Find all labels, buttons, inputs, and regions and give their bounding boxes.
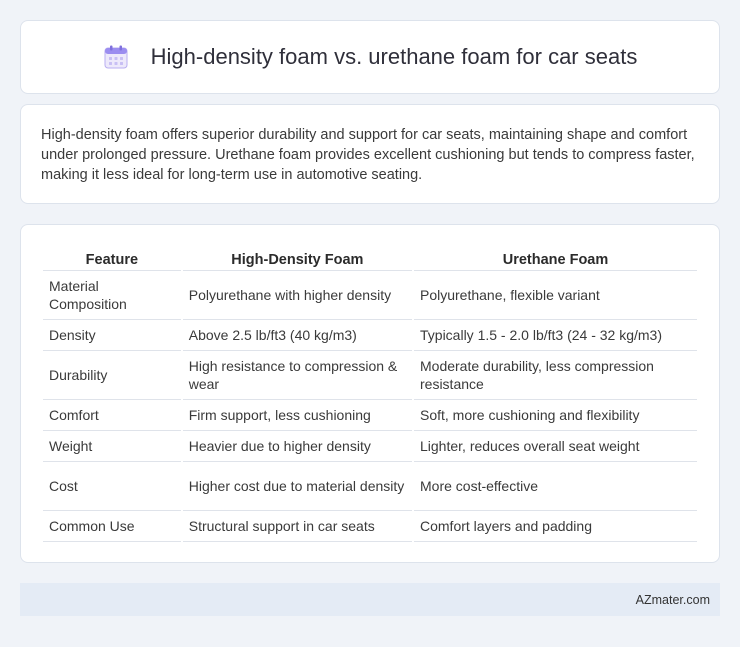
footer: AZmater.com bbox=[20, 583, 720, 616]
page-title: High-density foam vs. urethane foam for … bbox=[150, 44, 638, 69]
summary-card: High-density foam offers superior durabi… bbox=[20, 104, 720, 204]
table-row: Material Composition Polyurethane with h… bbox=[43, 271, 697, 320]
high-density-cell: Structural support in car seats bbox=[182, 511, 412, 542]
table-row: Density Above 2.5 lb/ft3 (40 kg/m3) Typi… bbox=[43, 320, 697, 351]
table-row: Durability High resistance to compressio… bbox=[43, 351, 697, 400]
title-card: High-density foam vs. urethane foam for … bbox=[20, 20, 720, 94]
high-density-cell: Firm support, less cushioning bbox=[182, 400, 412, 431]
feature-cell: Common Use bbox=[43, 511, 181, 542]
table-header-row: Feature High-Density Foam Urethane Foam bbox=[43, 245, 697, 271]
calendar-icon bbox=[103, 44, 129, 70]
comparison-table: Feature High-Density Foam Urethane Foam … bbox=[41, 245, 699, 542]
table-row: Common Use Structural support in car sea… bbox=[43, 511, 697, 542]
feature-cell: Cost bbox=[43, 462, 181, 511]
table-row: Cost Higher cost due to material density… bbox=[43, 462, 697, 511]
comparison-table-card: Feature High-Density Foam Urethane Foam … bbox=[20, 224, 720, 563]
feature-cell: Density bbox=[43, 320, 181, 351]
high-density-cell: Higher cost due to material density bbox=[182, 462, 412, 511]
table-row: Comfort Firm support, less cushioning So… bbox=[43, 400, 697, 431]
urethane-cell: Soft, more cushioning and flexibility bbox=[414, 400, 697, 431]
header-high-density-foam: High-Density Foam bbox=[182, 245, 412, 271]
footer-source-link[interactable]: AZmater.com bbox=[636, 593, 710, 607]
feature-cell: Material Composition bbox=[43, 271, 181, 320]
table-row: Weight Heavier due to higher density Lig… bbox=[43, 431, 697, 462]
feature-cell: Comfort bbox=[43, 400, 181, 431]
summary-text: High-density foam offers superior durabi… bbox=[41, 127, 695, 183]
urethane-cell: More cost-effective bbox=[414, 462, 697, 511]
high-density-cell: Above 2.5 lb/ft3 (40 kg/m3) bbox=[182, 320, 412, 351]
feature-cell: Weight bbox=[43, 431, 181, 462]
header-feature: Feature bbox=[43, 245, 181, 271]
urethane-cell: Lighter, reduces overall seat weight bbox=[414, 431, 697, 462]
urethane-cell: Moderate durability, less compression re… bbox=[414, 351, 697, 400]
urethane-cell: Comfort layers and padding bbox=[414, 511, 697, 542]
urethane-cell: Typically 1.5 - 2.0 lb/ft3 (24 - 32 kg/m… bbox=[414, 320, 697, 351]
header-urethane-foam: Urethane Foam bbox=[414, 245, 697, 271]
high-density-cell: Polyurethane with higher density bbox=[182, 271, 412, 320]
feature-cell: Durability bbox=[43, 351, 181, 400]
urethane-cell: Polyurethane, flexible variant bbox=[414, 271, 697, 320]
high-density-cell: High resistance to compression & wear bbox=[182, 351, 412, 400]
high-density-cell: Heavier due to higher density bbox=[182, 431, 412, 462]
